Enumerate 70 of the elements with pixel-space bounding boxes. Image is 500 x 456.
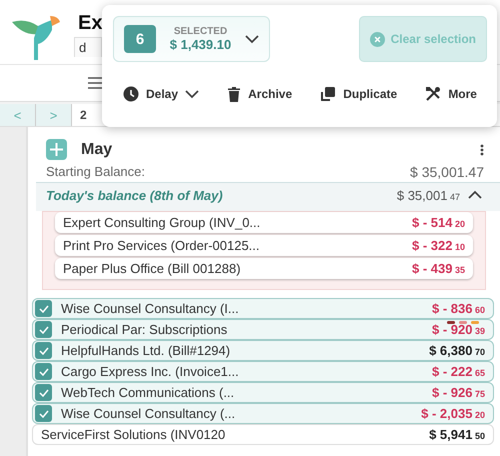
copy-icon bbox=[320, 86, 336, 102]
checkbox[interactable] bbox=[35, 363, 52, 380]
check-icon bbox=[38, 410, 48, 418]
transaction-row[interactable]: HelpfulHands Ltd. (Bill#1294) $ 6,380 70 bbox=[32, 340, 494, 361]
selected-total: $ 1,439.10 bbox=[170, 37, 232, 52]
transaction-name: Wise Counsel Consultancy (I... bbox=[61, 301, 240, 316]
transaction-name: Cargo Express Inc. (Invoice1... bbox=[61, 364, 240, 379]
amount: $ - 322 10 bbox=[412, 238, 465, 253]
checkbox[interactable] bbox=[35, 405, 52, 422]
todays-balance-value: $ 35,001 47 bbox=[396, 188, 460, 202]
transaction-row[interactable]: WebTech Communications (... $ - 926 75 bbox=[32, 382, 494, 403]
transaction-name: Paper Plus Office (Bill 001288) bbox=[63, 261, 242, 276]
transaction-row[interactable]: Paper Plus Office (Bill 001288) $ - 439 35 bbox=[55, 258, 473, 279]
close-icon bbox=[370, 32, 385, 46]
action-button[interactable]: Archive bbox=[227, 84, 292, 104]
more-icon[interactable] bbox=[480, 144, 484, 156]
transaction-row[interactable]: Wise Counsel Consultancy (I... $ - 836 60 bbox=[32, 298, 494, 319]
checkbox[interactable] bbox=[35, 321, 52, 338]
selection-summary[interactable]: 6 SELECTED $ 1,439.10 bbox=[113, 16, 270, 62]
transaction-name: Periodical Par: Subscriptions bbox=[61, 322, 228, 337]
amount: $ 6,380 70 bbox=[429, 343, 485, 358]
check-icon bbox=[38, 304, 48, 312]
starting-balance-value: $ 35,001.47 bbox=[410, 164, 484, 180]
check-icon bbox=[38, 326, 48, 334]
transaction-row[interactable]: Print Pro Services (Order-00125... $ - 322 10 bbox=[55, 235, 473, 256]
amount: $ - 920 39 bbox=[432, 322, 485, 337]
date-label: 2 bbox=[79, 107, 88, 124]
transaction-row[interactable]: Periodical Par: Subscriptions $ - 920 39 bbox=[32, 319, 494, 340]
amount: $ - 2,035 20 bbox=[421, 406, 485, 421]
trash-icon bbox=[227, 86, 242, 102]
amount: $ - 836 60 bbox=[432, 301, 485, 316]
starting-balance-label: Starting Balance: bbox=[46, 164, 146, 180]
tools-icon bbox=[425, 86, 442, 102]
menu-icon[interactable] bbox=[88, 77, 104, 89]
tab[interactable]: d bbox=[74, 37, 102, 57]
amount: $ - 926 75 bbox=[432, 385, 485, 400]
transaction-name: WebTech Communications (... bbox=[61, 385, 236, 400]
amount: $ 5,941 50 bbox=[429, 427, 485, 442]
action-button[interactable]: More bbox=[425, 84, 477, 104]
transaction-name: Print Pro Services (Order-00125... bbox=[63, 238, 261, 253]
checkbox[interactable] bbox=[35, 342, 52, 359]
clock-icon bbox=[123, 86, 139, 102]
transaction-name: HelpfulHands Ltd. (Bill#1294) bbox=[61, 343, 232, 358]
action-button[interactable]: Delay bbox=[123, 84, 200, 104]
selected-count: 6 bbox=[124, 25, 156, 53]
chevron-icon bbox=[245, 34, 259, 44]
selected-label: SELECTED bbox=[174, 26, 228, 37]
transaction-name: ServiceFirst Solutions (INV0120 bbox=[41, 427, 226, 442]
transaction-name: Expert Consulting Group (INV_0... bbox=[63, 215, 262, 230]
action-button[interactable]: Duplicate bbox=[320, 84, 398, 104]
chevron-icon[interactable] bbox=[468, 190, 482, 200]
add-button[interactable] bbox=[46, 139, 67, 160]
check-icon bbox=[38, 388, 48, 396]
check-icon bbox=[38, 346, 48, 354]
amount: $ - 514 20 bbox=[412, 215, 465, 230]
amount: $ - 222 65 bbox=[432, 364, 485, 379]
amount: $ - 439 35 bbox=[412, 261, 465, 276]
transaction-row[interactable]: Expert Consulting Group (INV_0... $ - 514 20 bbox=[55, 212, 473, 233]
month-title: May bbox=[81, 140, 114, 158]
transaction-row[interactable]: ServiceFirst Solutions (INV0120 $ 5,941 50 bbox=[32, 424, 494, 445]
todays-balance-label: Today's balance (8th of May) bbox=[46, 188, 224, 202]
plus-icon bbox=[50, 143, 63, 156]
checkbox[interactable] bbox=[35, 384, 52, 401]
check-icon bbox=[38, 368, 48, 376]
chevron-icon bbox=[185, 89, 200, 99]
window-title: Ex bbox=[78, 12, 102, 35]
transaction-row[interactable]: Wise Counsel Consultancy (... $ - 2,035 20 bbox=[32, 403, 494, 424]
checkbox[interactable] bbox=[35, 300, 52, 317]
transaction-name: Wise Counsel Consultancy (... bbox=[61, 406, 236, 421]
transaction-row[interactable]: Cargo Express Inc. (Invoice1... $ - 222 65 bbox=[32, 361, 494, 382]
